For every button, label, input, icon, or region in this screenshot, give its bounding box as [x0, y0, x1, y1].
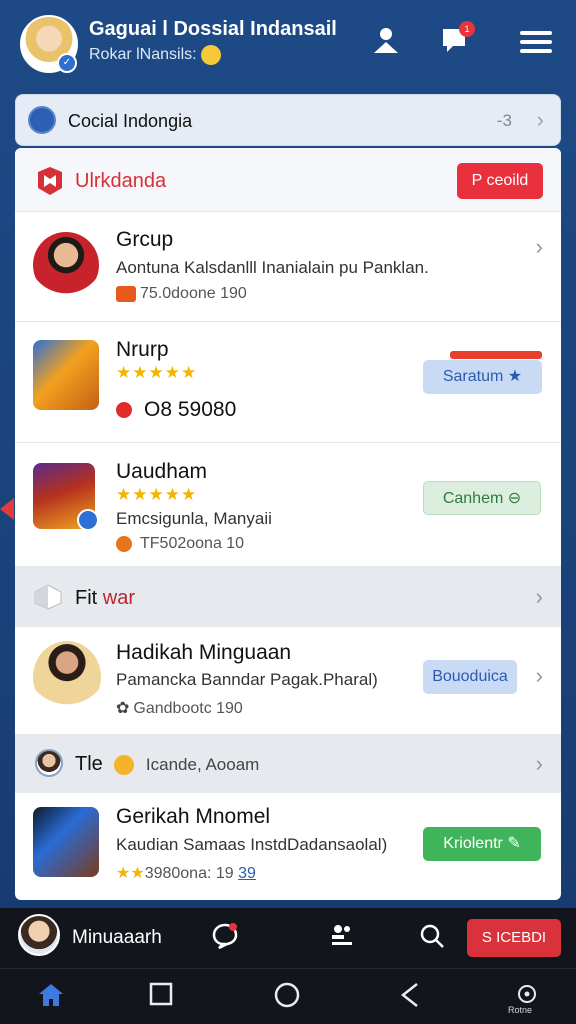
rating-stars-icon: ★★★★★: [116, 363, 198, 382]
item-meta-text: TF502oona 10: [140, 535, 245, 552]
group-name: Cocial Indongia: [68, 111, 193, 131]
emoji-icon: [114, 754, 135, 775]
rating-stars-icon: ★★★★★: [116, 485, 198, 504]
chevron-right-icon: ›: [536, 107, 544, 132]
group-count: -3: [496, 111, 512, 130]
home-icon[interactable]: [37, 981, 65, 1016]
user-avatar[interactable]: [18, 914, 60, 956]
nav-tiny-label: Rotne: [508, 1005, 533, 1015]
group-avatar-icon: [28, 106, 56, 134]
section-title-accent: war: [102, 587, 136, 609]
item-title: Hadikah Minguaan: [116, 641, 292, 664]
group-selector-bar[interactable]: Cocial Indongia -3 ›: [15, 94, 561, 146]
brand-logo-icon: [38, 167, 62, 195]
item-thumbnail: [33, 641, 101, 713]
item-meta: ★★3980ona: 19 39: [116, 863, 256, 883]
profile-icon[interactable]: [369, 25, 403, 59]
item-title: Grcup: [116, 228, 174, 251]
list-item[interactable]: Hadikah Minguaan Pamancka Banndar Pagak.…: [15, 627, 561, 735]
contacts-icon[interactable]: [329, 922, 355, 955]
item-value-text: O8 59080: [144, 398, 237, 421]
section-subtitle: Icande, Aooam: [145, 755, 260, 774]
item-title: Uaudham: [116, 460, 208, 483]
header-subtitle: Rokar lNansils:: [89, 45, 221, 65]
globe-icon: ⊖: [507, 490, 522, 507]
menu-icon[interactable]: [519, 26, 553, 60]
rating-stars-icon: ★★: [116, 865, 145, 882]
list-item[interactable]: Uaudham ★★★★★ Emcsigunla, Manyaii TF502o…: [15, 443, 561, 567]
recent-apps-icon[interactable]: [148, 981, 174, 1014]
brand-action-button[interactable]: P ceoild: [457, 163, 543, 199]
edge-handle-icon[interactable]: [0, 498, 14, 520]
item-description: Emcsigunla, Manyaii: [116, 509, 272, 528]
item-thumbnail: [33, 807, 99, 877]
verified-badge-icon: ✓: [57, 53, 77, 73]
section-title-text: Tle: [75, 753, 103, 775]
item-description: Kaudian Samaas InstdDadansaolal): [116, 835, 388, 854]
item-action-button[interactable]: Kriolentr ✎: [423, 827, 541, 861]
notification-badge: 1: [459, 21, 475, 37]
brand-name: Ulrkdanda: [75, 170, 167, 192]
section-header[interactable]: Fit war ›: [15, 567, 561, 627]
header-title: Gaguai l Dossial Indansail: [89, 18, 337, 40]
app-header: ✓ Gaguai l Dossial Indansail Rokar lNans…: [0, 0, 576, 86]
item-thumbnail: [33, 340, 99, 410]
star-icon: ★: [507, 368, 523, 385]
item-value: O8 59080: [116, 398, 236, 422]
item-description: Pamancka Banndar Pagak.Pharal): [116, 670, 378, 689]
chat-notification-icon[interactable]: 1: [437, 21, 475, 59]
item-meta: 75.0doone 190: [116, 285, 247, 303]
chat-icon[interactable]: [211, 922, 239, 957]
tag-icon: [116, 535, 132, 552]
record-icon: [116, 402, 132, 419]
cube-icon: [34, 584, 62, 610]
list-item[interactable]: Nrurp ★★★★★ O8 59080 Saratum ★: [15, 322, 561, 443]
item-title: Nrurp: [116, 338, 169, 361]
bottom-bar: Minuaaarh S ICEBDI: [0, 908, 576, 968]
item-thumbnail: [33, 232, 99, 298]
chevron-right-icon: ›: [535, 234, 543, 259]
item-title: Gerikah Mnomel: [116, 805, 271, 828]
item-action-label: Canhem: [442, 490, 504, 507]
paw-icon: ✿: [116, 700, 130, 717]
pill-indicator: [450, 351, 542, 359]
chevron-right-icon: ›: [535, 584, 543, 609]
brand-row: Ulrkdanda P ceoild: [15, 148, 561, 212]
user-name: Minuaaarh: [72, 927, 162, 948]
item-action-button[interactable]: Canhem ⊖: [423, 481, 541, 515]
section-title: Tle Icande, Aooam: [75, 753, 259, 776]
item-action-button[interactable]: Bouoduica: [423, 660, 517, 694]
item-meta-text: 75.0doone 190: [140, 285, 247, 302]
header-subtitle-text: Rokar lNansils:: [89, 46, 197, 64]
section-title: Fit war: [75, 587, 135, 610]
back-icon[interactable]: [397, 981, 425, 1016]
item-meta-link[interactable]: 39: [238, 865, 256, 882]
badge-icon: [77, 509, 99, 531]
section-avatar: [35, 749, 63, 777]
item-meta-text: 3980ona: 19: [144, 865, 234, 882]
chevron-right-icon: ›: [535, 751, 543, 776]
home-circle-icon[interactable]: [273, 981, 301, 1016]
tag-icon: [116, 285, 136, 302]
search-icon[interactable]: [418, 922, 446, 957]
main-panel: Ulrkdanda P ceoild Grcup Aontuna Kalsdan…: [15, 148, 561, 900]
list-item[interactable]: Gerikah Mnomel Kaudian Samaas InstdDadan…: [15, 793, 561, 900]
section-title-main: Fit: [75, 587, 98, 609]
item-action-label: Saratum: [442, 368, 504, 385]
chevron-right-icon: ›: [535, 663, 543, 688]
item-meta: ✿ Gandbootc 190: [116, 698, 243, 718]
emoji-icon: [200, 45, 221, 65]
item-action-button[interactable]: Saratum ★: [423, 360, 542, 394]
item-action-label: Kriolentr: [443, 835, 503, 852]
section-header[interactable]: Tle Icande, Aooam ›: [15, 735, 561, 793]
list-item[interactable]: Grcup Aontuna Kalsdanlll Inanialain pu P…: [15, 212, 561, 322]
item-description: Aontuna Kalsdanlll Inanialain pu Panklan…: [116, 258, 429, 277]
item-meta-text: Gandbootc 190: [133, 700, 243, 717]
system-navigation-bar: Rotne: [0, 968, 576, 1024]
bottom-action-button[interactable]: S ICEBDI: [467, 919, 561, 957]
item-meta: TF502oona 10: [116, 535, 244, 553]
pencil-icon: ✎: [507, 835, 521, 852]
